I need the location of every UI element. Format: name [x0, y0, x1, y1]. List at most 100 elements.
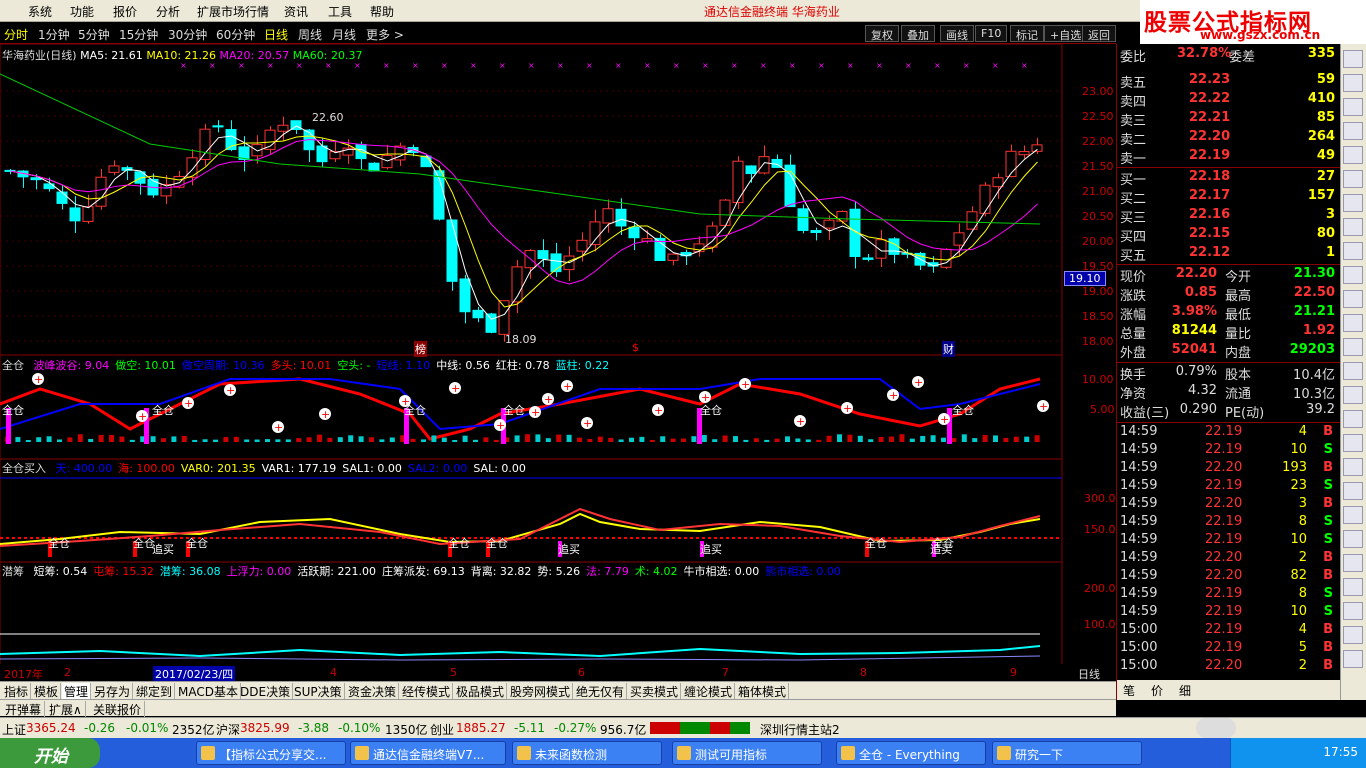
indicator-tab[interactable]: 经传模式: [400, 683, 454, 700]
overlay-button[interactable]: 叠加: [901, 25, 935, 42]
period-weekly[interactable]: 周线: [298, 26, 322, 43]
menu-quote[interactable]: 报价: [113, 3, 137, 20]
indicator-tab[interactable]: 模板: [32, 683, 62, 700]
ind2-legend-item: VAR1: 177.19: [261, 462, 337, 475]
side-tool-icon[interactable]: [1343, 410, 1363, 428]
tab-detail[interactable]: 细: [1179, 682, 1191, 699]
indicator-tab[interactable]: MACD基本: [176, 683, 241, 700]
menu-help[interactable]: 帮助: [370, 3, 394, 20]
server-name[interactable]: 深圳行情主站2: [760, 721, 840, 738]
event-marker-bang[interactable]: 榜: [414, 341, 427, 357]
menu-tools[interactable]: 工具: [328, 3, 352, 20]
period-15min[interactable]: 15分钟: [119, 26, 158, 43]
indicator-tab[interactable]: 买卖模式: [628, 683, 682, 700]
tick-price: 22.19: [1205, 514, 1243, 529]
period-timeshare[interactable]: 分时: [4, 26, 28, 43]
period-daily[interactable]: 日线: [264, 26, 288, 43]
indicator-tab[interactable]: DDE决策: [238, 683, 294, 700]
side-tool-icon[interactable]: [1343, 170, 1363, 188]
tab-linked-quote[interactable]: 关联报价: [90, 701, 146, 718]
f10-button[interactable]: F10: [975, 25, 1008, 42]
indicator-tab[interactable]: 管理: [62, 683, 92, 700]
indicator-tab[interactable]: 缠论模式: [682, 683, 736, 700]
side-tool-icon[interactable]: [1343, 266, 1363, 284]
ind1-cross-glyph: +: [1039, 400, 1048, 413]
draw-line-button[interactable]: 画线: [940, 25, 974, 42]
side-tool-icon[interactable]: [1343, 386, 1363, 404]
side-tool-icon[interactable]: [1343, 530, 1363, 548]
taskbar-item[interactable]: 通达信金融终端V7...: [350, 741, 506, 765]
indicator-tab[interactable]: 另存为: [92, 683, 134, 700]
side-tool-icon[interactable]: [1343, 626, 1363, 644]
period-60min[interactable]: 60分钟: [216, 26, 255, 43]
ind1-legend-item: 做空: 10.01: [115, 359, 176, 372]
side-tool-icon[interactable]: [1343, 314, 1363, 332]
ind1-legend: 全仓 波峰波谷: 9.04 做空: 10.01 做空周期: 10.36 多头: 10.…: [2, 357, 609, 373]
tab-ticks[interactable]: 笔: [1123, 682, 1135, 699]
candle-body: [862, 257, 874, 260]
side-tool-icon[interactable]: [1343, 578, 1363, 596]
indicator-tab[interactable]: 指标: [2, 683, 32, 700]
taskbar-item[interactable]: 研究一下: [992, 741, 1142, 765]
side-tool-icon[interactable]: [1343, 290, 1363, 308]
side-tool-icon[interactable]: [1343, 554, 1363, 572]
tab-expand[interactable]: 扩展∧: [46, 701, 86, 718]
side-tool-icon[interactable]: [1343, 362, 1363, 380]
menu-analysis[interactable]: 分析: [156, 3, 180, 20]
indicator-tab[interactable]: 绑定到: [134, 683, 176, 700]
indicator-tab[interactable]: 资金决策: [346, 683, 400, 700]
buy-volume: 27: [1316, 169, 1335, 184]
side-tool-icon[interactable]: [1343, 74, 1363, 92]
top-marker: ×: [702, 61, 709, 70]
clock: 17:55: [1323, 745, 1358, 759]
period-1min[interactable]: 1分钟: [38, 26, 70, 43]
add-watchlist-button[interactable]: +自选: [1044, 25, 1088, 42]
indicator-tab[interactable]: SUP决策: [292, 683, 345, 700]
side-tool-icon[interactable]: [1343, 146, 1363, 164]
taskbar-item[interactable]: 全仓 - Everything: [836, 741, 986, 765]
side-tool-icon[interactable]: [1343, 218, 1363, 236]
tab-danmaku[interactable]: 开弹幕: [2, 701, 46, 718]
period-5min[interactable]: 5分钟: [78, 26, 110, 43]
taskbar-item[interactable]: 未来函数检测: [512, 741, 662, 765]
taskbar-item[interactable]: 测试可用指标: [672, 741, 822, 765]
side-tool-icon[interactable]: [1343, 50, 1363, 68]
indicator-tab[interactable]: 箱体模式: [736, 683, 790, 700]
side-tool-icon[interactable]: [1343, 98, 1363, 116]
tab-price[interactable]: 价: [1151, 682, 1163, 699]
date-cursor: 2017/02/23/四: [153, 666, 236, 682]
event-marker-finance[interactable]: 财: [942, 341, 955, 357]
side-tool-icon[interactable]: [1343, 602, 1363, 620]
back-button[interactable]: 返回: [1082, 25, 1116, 42]
indicator-tab[interactable]: 极品模式: [454, 683, 508, 700]
start-button[interactable]: 开始: [0, 738, 100, 768]
event-marker-dollar[interactable]: $: [632, 341, 639, 354]
indicator-tab[interactable]: 绝无仅有: [574, 683, 628, 700]
side-tool-icon[interactable]: [1343, 506, 1363, 524]
menu-system[interactable]: 系统: [28, 3, 52, 20]
side-tool-icon[interactable]: [1343, 242, 1363, 260]
side-tool-icon[interactable]: [1343, 338, 1363, 356]
side-tool-icon[interactable]: [1343, 458, 1363, 476]
side-tool-icon[interactable]: [1343, 650, 1363, 668]
tick-side: B: [1323, 496, 1333, 511]
menu-news[interactable]: 资讯: [284, 3, 308, 20]
fuquan-button[interactable]: 复权: [865, 25, 899, 42]
tick-price: 22.19: [1205, 604, 1243, 619]
period-30min[interactable]: 30分钟: [168, 26, 207, 43]
chart-area[interactable]: + + + + + + + + + + + + + + + + + + + + + + × × × × × × × × × × × × × × × × × ×…: [0, 44, 1116, 682]
ind3-legend-item: 法: 7.79: [586, 565, 629, 578]
mark-button[interactable]: 标记: [1010, 25, 1044, 42]
indicator-tab[interactable]: 股旁网模式: [508, 683, 574, 700]
ind2-signal-marker: 追买: [700, 543, 722, 556]
period-monthly[interactable]: 月线: [332, 26, 356, 43]
side-tool-icon[interactable]: [1343, 434, 1363, 452]
ind3-legend-item: 背离: 32.82: [470, 565, 532, 578]
menu-function[interactable]: 功能: [70, 3, 94, 20]
side-tool-icon[interactable]: [1343, 122, 1363, 140]
side-tool-icon[interactable]: [1343, 194, 1363, 212]
taskbar-item[interactable]: 【指标公式分享交...: [196, 741, 346, 765]
menu-ext-market[interactable]: 扩展市场行情: [197, 3, 269, 20]
side-tool-icon[interactable]: [1343, 482, 1363, 500]
period-more[interactable]: 更多 >: [366, 26, 404, 43]
